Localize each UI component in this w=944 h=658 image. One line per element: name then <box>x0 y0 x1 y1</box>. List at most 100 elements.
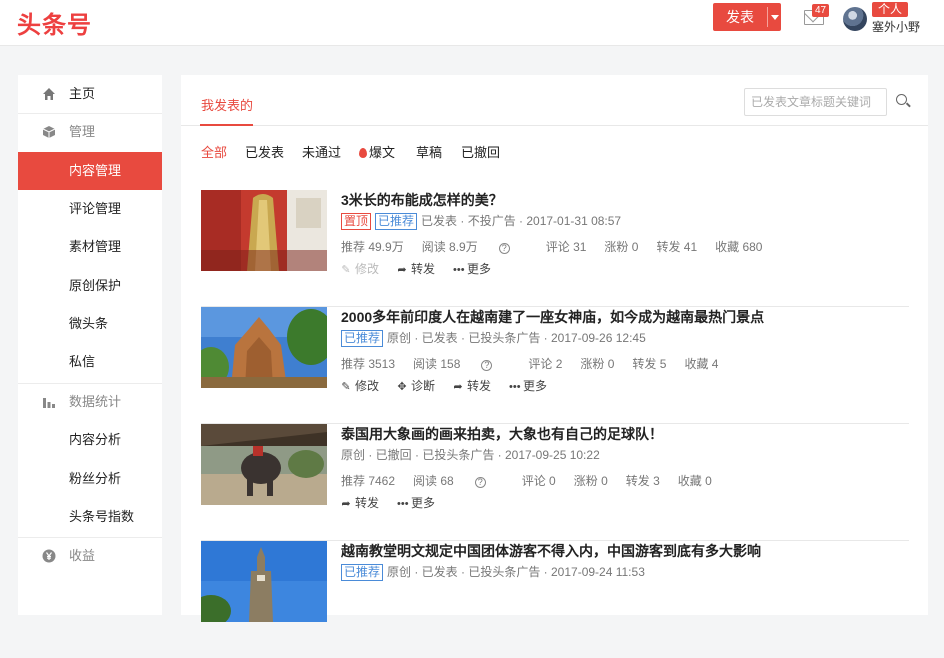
forward-button[interactable]: ➦ 转发 <box>453 377 491 394</box>
diagnose-button[interactable]: ✥ 诊断 <box>397 377 435 394</box>
article-row: 3米长的布能成怎样的美？ 置顶 已推荐 已发表 · 不投广告 · 2017-01-3… <box>201 190 909 307</box>
filter-hot[interactable]: 爆文 <box>359 142 395 161</box>
more-button[interactable]: ••• 更多 <box>397 494 435 511</box>
help-icon[interactable]: ? <box>481 360 493 371</box>
sidebar-item-fans-analysis[interactable]: 粉丝分析 <box>18 460 162 498</box>
search-icon[interactable] <box>896 94 907 105</box>
action-label: 转发 <box>467 379 492 393</box>
sidebar-section-manage[interactable]: 管理 <box>18 113 162 151</box>
filter-all[interactable]: 全部 <box>201 142 227 161</box>
article-status: 原创 · 已发表 · 已投头条广告 · 2017-09-24 11:53 <box>387 565 645 579</box>
filter-label: 爆文 <box>369 145 396 160</box>
recommended-tag: 已推荐 <box>341 564 384 581</box>
article-title[interactable]: 越南教堂明文规定中国团体游客不得入内，中国游客到底有多大影响 <box>341 541 761 561</box>
stat-read: 阅读 8.9万? <box>422 238 528 255</box>
stat-value: 阅读 158 <box>413 357 461 371</box>
sidebar-section-statistics[interactable]: 数据统计 <box>18 383 162 421</box>
article-row: 泰国用大象画的画来拍卖，大象也有自己的足球队！ 原创 · 已撤回 · 已投头条广… <box>201 424 909 541</box>
article-meta: 置顶 已推荐 已发表 · 不投广告 · 2017-01-31 08:57 <box>341 212 621 230</box>
diagnose-icon: ✥ <box>397 381 407 393</box>
sidebar-item-label: 原创保护 <box>69 278 122 293</box>
filter-label: 未通过 <box>302 145 342 160</box>
mail-count-badge: 47 <box>812 4 830 17</box>
stat-value: 阅读 8.9万 <box>421 240 478 254</box>
recommended-tag: 已推荐 <box>375 213 418 230</box>
article-row: 2000多年前印度人在越南建了一座女神庙，如今成为越南最热门景点 已推荐 原创 ·… <box>201 307 909 424</box>
sidebar-item-label: 粉丝分析 <box>69 471 122 486</box>
sidebar-item-label: 素材管理 <box>69 239 122 254</box>
publish-button-label[interactable]: 发表 <box>713 3 767 31</box>
sidebar-item-label: 评论管理 <box>69 201 122 216</box>
more-dots-icon: ••• <box>397 498 409 510</box>
article-actions: ✎ 修改 ✥ 诊断 ➦ 转发 ••• 更多 <box>341 377 565 394</box>
article-thumbnail[interactable] <box>201 424 327 505</box>
sidebar-section-income[interactable]: 收益 <box>18 537 162 575</box>
sidebar-item-content-analysis[interactable]: 内容分析 <box>18 421 162 459</box>
sidebar-item-label: 微头条 <box>69 316 109 331</box>
stat-fans: 涨粉 0 <box>604 240 639 254</box>
more-dots-icon: ••• <box>509 381 521 393</box>
article-meta: 原创 · 已撤回 · 已投头条广告 · 2017-09-25 10:22 <box>341 446 600 464</box>
stat-forward: 转发 5 <box>632 357 667 371</box>
article-status: 原创 · 已撤回 · 已投头条广告 · 2017-09-25 10:22 <box>341 448 600 462</box>
sidebar: 主页 管理 内容管理 评论管理 素材管理 原创保护 微头条 私信 数据统计 内容… <box>18 75 162 615</box>
main-panel: 我发表的 全部 已发表 未通过 爆文 草稿 已撤回 3米长的布能成怎样的美？ 置… <box>181 75 928 622</box>
sidebar-item-label: 管理 <box>69 124 96 139</box>
sidebar-item-home[interactable]: 主页 <box>18 75 162 113</box>
bar-chart-icon <box>43 398 55 408</box>
help-icon[interactable]: ? <box>474 477 486 488</box>
sidebar-item-label: 内容管理 <box>69 163 122 178</box>
publish-button[interactable]: 发表 <box>713 3 781 31</box>
stat-recommend: 推荐 3513 <box>341 357 396 371</box>
stat-comment: 评论 31 <box>545 240 587 254</box>
filter-published[interactable]: 已发表 <box>245 142 284 161</box>
avatar[interactable] <box>843 7 867 31</box>
account-type-badge: 个人 <box>872 2 909 17</box>
stat-favorite: 收藏 4 <box>684 357 719 371</box>
stat-fans: 涨粉 0 <box>580 357 615 371</box>
article-thumbnail[interactable] <box>201 190 327 271</box>
article-title[interactable]: 泰国用大象画的画来拍卖，大象也有自己的足球队！ <box>341 424 663 444</box>
article-thumbnail[interactable] <box>201 307 327 388</box>
filter-drafts[interactable]: 草稿 <box>416 142 442 161</box>
sidebar-item-label: 数据统计 <box>69 394 122 409</box>
search-input[interactable] <box>744 88 887 116</box>
article-meta: 已推荐 原创 · 已发表 · 已投头条广告 · 2017-09-24 11:53 <box>341 563 645 581</box>
sidebar-item-label: 收益 <box>69 548 96 563</box>
logo[interactable]: 头条号 <box>17 5 92 40</box>
action-label: 修改 <box>355 262 380 276</box>
filter-rejected[interactable]: 未通过 <box>302 142 341 161</box>
action-label: 更多 <box>523 379 548 393</box>
pinned-tag: 置顶 <box>341 213 372 230</box>
sidebar-item-original-protection[interactable]: 原创保护 <box>18 267 162 305</box>
help-icon[interactable]: ? <box>498 243 510 254</box>
article-title[interactable]: 3米长的布能成怎样的美？ <box>341 190 503 210</box>
edit-button[interactable]: ✎ 修改 <box>341 260 379 277</box>
article-thumbnail[interactable] <box>201 541 327 622</box>
username[interactable]: 塞外小野 <box>872 18 920 35</box>
more-button[interactable]: ••• 更多 <box>453 260 491 277</box>
stat-fans: 涨粉 0 <box>573 474 608 488</box>
edit-button[interactable]: ✎ 修改 <box>341 377 379 394</box>
forward-button[interactable]: ➦ 转发 <box>341 494 379 511</box>
forward-button[interactable]: ➦ 转发 <box>397 260 435 277</box>
action-label: 修改 <box>355 379 380 393</box>
article-title[interactable]: 2000多年前印度人在越南建了一座女神庙，如今成为越南最热门景点 <box>341 307 764 327</box>
sidebar-item-micro-toutiao[interactable]: 微头条 <box>18 305 162 343</box>
filter-withdrawn[interactable]: 已撤回 <box>461 142 500 161</box>
sidebar-item-comment-management[interactable]: 评论管理 <box>18 190 162 228</box>
article-status: 原创 · 已发表 · 已投头条广告 · 2017-09-26 12:45 <box>387 331 646 345</box>
sidebar-item-material-management[interactable]: 素材管理 <box>18 228 162 266</box>
article-actions: ➦ 转发 ••• 更多 <box>341 494 453 511</box>
action-label: 更多 <box>467 262 492 276</box>
share-arrow-icon: ➦ <box>453 381 463 393</box>
cube-icon <box>42 126 56 138</box>
sidebar-item-private-messages[interactable]: 私信 <box>18 343 162 381</box>
sidebar-item-content-management[interactable]: 内容管理 <box>18 152 162 190</box>
more-button[interactable]: ••• 更多 <box>509 377 547 394</box>
chevron-down-icon[interactable] <box>771 15 779 20</box>
article-status: 已发表 · 不投广告 · 2017-01-31 08:57 <box>421 214 622 228</box>
tab-my-published[interactable]: 我发表的 <box>201 95 253 114</box>
sidebar-item-account-index[interactable]: 头条号指数 <box>18 498 162 536</box>
stat-comment: 评论 2 <box>528 357 563 371</box>
